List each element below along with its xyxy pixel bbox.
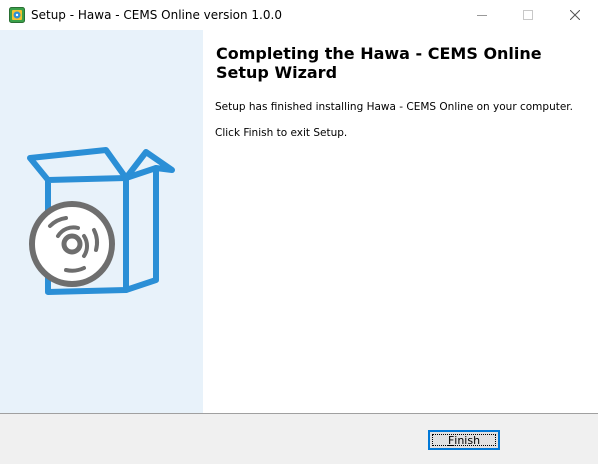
finish-button-label: inish [454, 433, 481, 447]
setup-wizard-window: Setup - Hawa - CEMS Online version 1.0.0 [0, 0, 598, 464]
wizard-footer: Finish [0, 413, 598, 464]
close-button[interactable] [552, 0, 598, 29]
minimize-icon [477, 14, 487, 16]
title-bar[interactable]: Setup - Hawa - CEMS Online version 1.0.0 [0, 0, 598, 30]
window-title: Setup - Hawa - CEMS Online version 1.0.0 [31, 8, 282, 22]
box-with-disc-icon [27, 147, 175, 295]
maximize-button[interactable] [505, 0, 551, 29]
wizard-sidebar [0, 30, 203, 413]
page-title: Completing the Hawa - CEMS Online Setup … [216, 44, 542, 82]
finish-button[interactable]: Finish [428, 430, 500, 450]
minimize-button[interactable] [459, 0, 505, 29]
setup-app-icon [9, 7, 25, 23]
close-icon [570, 9, 580, 20]
maximize-icon [523, 9, 533, 20]
exit-instruction: Click Finish to exit Setup. [215, 127, 348, 139]
wizard-content: Completing the Hawa - CEMS Online Setup … [203, 30, 598, 413]
install-complete-message: Setup has finished installing Hawa - CEM… [215, 101, 573, 113]
